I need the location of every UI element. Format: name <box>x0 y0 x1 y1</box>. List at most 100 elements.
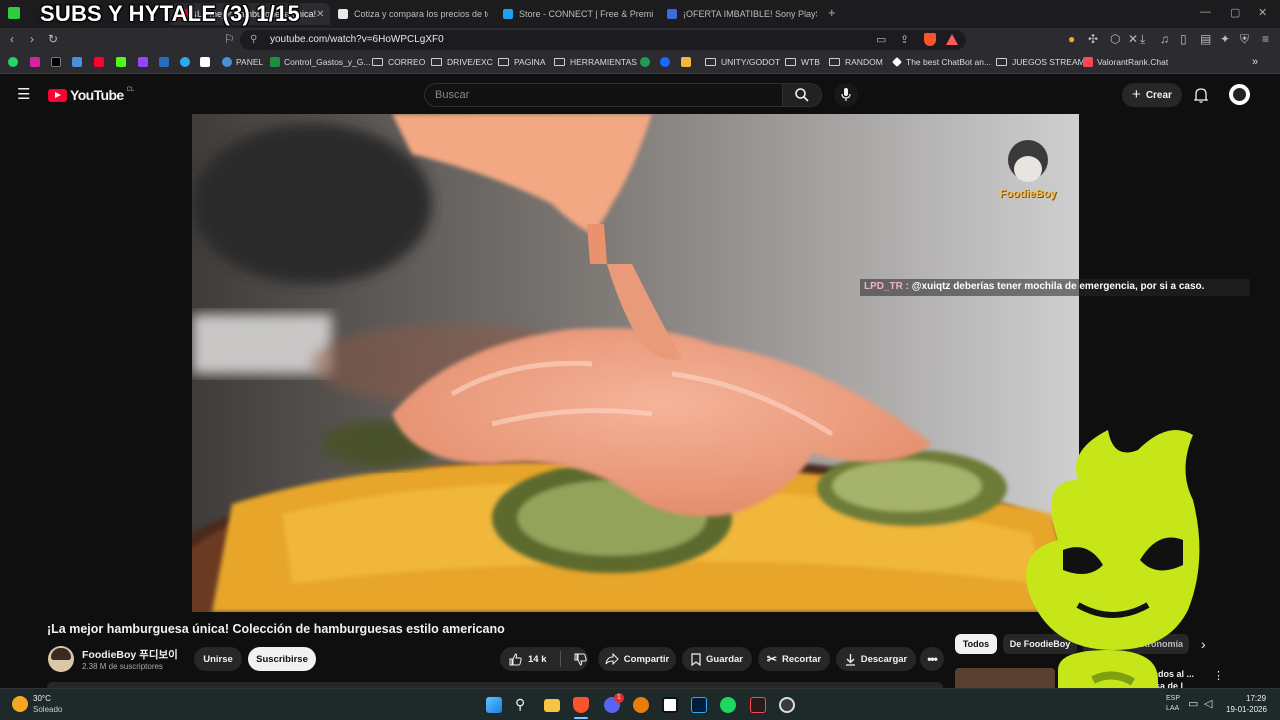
leo-ai-icon[interactable]: ✦ <box>1220 33 1230 45</box>
reload-icon[interactable]: ↻ <box>48 33 58 45</box>
thumbs-down-icon[interactable] <box>574 653 587 666</box>
media-icon[interactable]: ♫ <box>1160 33 1169 45</box>
app-icon[interactable] <box>779 697 795 713</box>
share-icon <box>605 653 619 665</box>
search-button[interactable] <box>782 83 822 107</box>
account-avatar[interactable] <box>1229 84 1250 105</box>
bookmark-kick-icon[interactable] <box>116 57 130 67</box>
start-windows-icon[interactable] <box>486 697 502 713</box>
bookmark-gmail-icon[interactable] <box>200 57 214 67</box>
voice-search-button[interactable] <box>834 83 858 107</box>
bookmark-folder-drive[interactable]: DRIVE/EXC <box>431 57 493 67</box>
youtube-logo[interactable]: YouTube CL <box>48 87 134 103</box>
bookmark-folder-random[interactable]: RANDOM <box>829 57 883 67</box>
share-page-icon[interactable]: ⇪ <box>900 33 909 46</box>
tab-playstation-offer[interactable]: ¡OFERTA IMBATIBLE! Sony PlayStation <box>667 3 817 25</box>
bookmark-x-icon[interactable] <box>51 57 65 67</box>
extension-icon[interactable]: ⬡ <box>1110 33 1120 45</box>
brave-browser-icon[interactable] <box>573 697 589 713</box>
cast-icon[interactable]: ▭ <box>876 33 886 46</box>
bookmark-folder-herramientas[interactable]: HERRAMIENTAS <box>554 57 637 67</box>
bookmark-twitch-icon[interactable] <box>138 57 152 67</box>
maximize-icon[interactable]: ▢ <box>1230 6 1240 19</box>
notifications-bell-icon[interactable] <box>1194 87 1208 103</box>
bookmark-site-icon[interactable] <box>640 57 654 67</box>
new-tab-button[interactable]: + <box>828 5 836 20</box>
plus-icon: + <box>1132 86 1141 103</box>
bookmark-panel[interactable]: PANEL <box>222 57 263 67</box>
bookmark-site-icon[interactable] <box>681 57 695 67</box>
clip-button[interactable]: ✂ Recortar <box>758 647 830 671</box>
photoshop-icon[interactable] <box>691 697 707 713</box>
sheets-icon <box>270 57 280 67</box>
close-window-icon[interactable]: ✕ <box>1258 6 1267 19</box>
bookmark-telegram-icon[interactable] <box>180 57 194 67</box>
search-input[interactable]: Buscar <box>424 83 782 107</box>
bookmark-page-icon[interactable]: ⚐ <box>224 33 235 45</box>
create-button[interactable]: + Crear <box>1122 83 1182 107</box>
bookmark-valorantrank[interactable]: ValorantRank.Chat <box>1083 57 1168 67</box>
bookmark-folder-juegos-stream[interactable]: JUEGOS STREAM <box>996 57 1085 67</box>
tab-favicon-icon <box>338 9 348 19</box>
brave-shield-icon[interactable] <box>924 33 936 46</box>
bookmark-control-gastos[interactable]: Control_Gastos_y_G... <box>270 57 370 67</box>
like-button[interactable]: 14 k <box>509 652 547 666</box>
vpn-icon[interactable]: ⛨ <box>1240 33 1249 45</box>
extension-icon[interactable]: ✕ <box>1128 33 1138 45</box>
sidebar-toggle-icon[interactable]: ▯ <box>1180 33 1187 45</box>
more-actions-button[interactable]: ••• <box>920 647 944 671</box>
spotify-icon[interactable] <box>720 697 736 713</box>
forward-icon[interactable]: › <box>30 33 34 45</box>
blender-icon[interactable] <box>633 697 649 713</box>
video-player[interactable]: FoodieBoy <box>192 114 1079 612</box>
clock-time[interactable]: 17:29 <box>1246 694 1266 703</box>
more-bookmarks-icon[interactable]: » <box>1252 56 1258 68</box>
back-icon[interactable]: ‹ <box>10 33 14 45</box>
channel-avatar[interactable] <box>48 646 74 672</box>
bookmark-paypal-icon[interactable] <box>159 57 173 67</box>
bookmark-youtube-icon[interactable] <box>94 57 108 67</box>
bookmark-chatbot[interactable]: The best ChatBot an... <box>892 57 991 67</box>
site-info-icon[interactable]: ⚲ <box>250 34 257 45</box>
youtube-logo-text: YouTube <box>70 87 124 103</box>
extension-icon[interactable]: ● <box>1068 33 1075 45</box>
bookmark-folder-correo[interactable]: CORREO <box>372 57 425 67</box>
address-bar[interactable]: ⚲ youtube.com/watch?v=6HoWPCLgXF0 ▭ ⇪ <box>240 30 966 50</box>
wallet-icon[interactable]: ▤ <box>1200 33 1211 45</box>
bookmark-whatsapp-icon[interactable] <box>8 57 22 67</box>
extensions-puzzle-icon[interactable]: ✣ <box>1088 33 1098 45</box>
volume-icon[interactable]: ◁ <box>1204 697 1212 710</box>
save-button[interactable]: Guardar <box>682 647 752 671</box>
file-explorer-icon[interactable] <box>544 699 560 712</box>
close-tab-icon[interactable]: ✕ <box>316 9 324 20</box>
downloads-icon[interactable]: ⤓ <box>1140 33 1145 45</box>
tray-language[interactable]: ESP <box>1166 695 1180 702</box>
tab-cotiza[interactable]: Cotiza y compara los precios de todo <box>338 3 488 25</box>
channel-name[interactable]: FoodieBoy 푸디보이 <box>82 647 178 662</box>
notion-icon[interactable] <box>662 697 678 713</box>
bookmark-instagram-icon[interactable] <box>30 57 44 67</box>
chip-all[interactable]: Todos <box>955 634 997 654</box>
download-button[interactable]: Descargar <box>836 647 916 671</box>
valorant-icon[interactable] <box>750 697 766 713</box>
bookmark-folder-unity-godot[interactable]: UNITY/GODOT <box>705 57 780 67</box>
network-icon[interactable]: ▭ <box>1188 697 1198 710</box>
menu-icon[interactable]: ≡ <box>1262 33 1269 45</box>
subscribe-button[interactable]: Suscribirse <box>248 647 316 671</box>
tab-store-connect[interactable]: Store - CONNECT | Free & Premium <box>503 3 653 25</box>
minimize-icon[interactable]: — <box>1200 6 1211 18</box>
join-button[interactable]: Unirse <box>194 647 242 671</box>
bookmark-behance-icon[interactable] <box>660 57 674 67</box>
save-label: Guardar <box>706 653 743 665</box>
bookmark-site-icon[interactable] <box>72 57 86 67</box>
suggested-more-icon[interactable]: ⋮ <box>1213 669 1224 682</box>
bookmark-folder-wtb[interactable]: WTB <box>785 57 820 67</box>
taskbar-search-icon[interactable]: ⚲ <box>515 696 525 713</box>
folder-icon <box>705 58 716 66</box>
brave-rewards-icon[interactable] <box>946 34 958 45</box>
bookmark-folder-pagina[interactable]: PAGINA <box>498 57 546 67</box>
weather-widget[interactable]: 30°C Soleado <box>12 693 62 715</box>
share-button[interactable]: Compartir <box>598 647 676 671</box>
hamburger-menu-icon[interactable]: ☰ <box>17 87 30 102</box>
create-label: Crear <box>1145 89 1172 101</box>
